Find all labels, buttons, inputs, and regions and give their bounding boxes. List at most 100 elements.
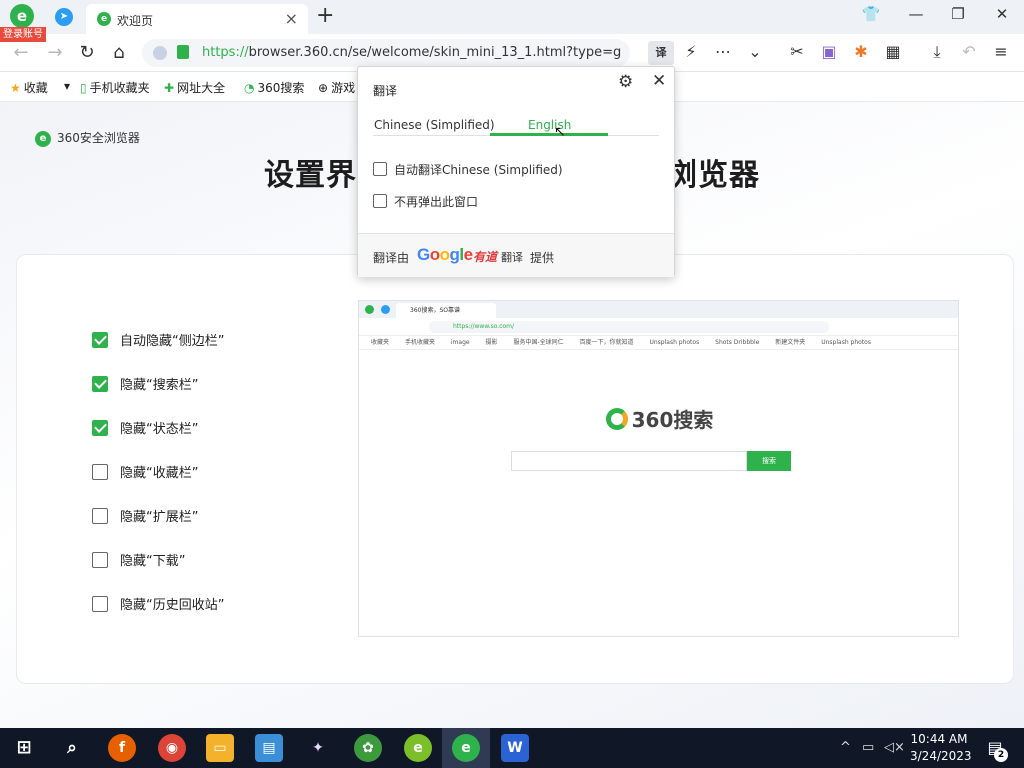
- google-logo-icon: Google: [417, 245, 473, 264]
- preview-search-button: 搜索: [747, 451, 791, 471]
- option-hide-statusbar[interactable]: 隐藏“状态栏”: [92, 418, 198, 437]
- preview-tabbar: 360搜索，SO靠谱: [359, 301, 958, 318]
- option-hide-history-recycle[interactable]: 隐藏“历史回收站”: [92, 594, 224, 613]
- chevron-down-icon[interactable]: ⌄: [744, 42, 766, 61]
- checkbox-unchecked[interactable]: [92, 508, 108, 524]
- search-icon[interactable]: ⌕: [58, 734, 86, 762]
- checkbox-unchecked[interactable]: [373, 194, 387, 208]
- brand-logo-icon: e: [35, 130, 51, 147]
- telegram-icon[interactable]: ➤: [55, 8, 73, 26]
- chevron-down-icon: ▾: [64, 79, 71, 93]
- bookmark-sites[interactable]: ✚ 网址大全: [164, 79, 225, 96]
- translate-ext-icon[interactable]: ▣: [818, 42, 840, 61]
- volume-muted-icon[interactable]: ◁×: [884, 740, 905, 755]
- network-icon[interactable]: ▭: [862, 740, 874, 755]
- notification-count-badge: 2: [994, 748, 1008, 762]
- preview-search-input: [511, 451, 747, 471]
- login-account-badge[interactable]: 登录账号: [0, 27, 46, 42]
- popup-title: 翻译: [373, 84, 398, 98]
- bookmark-360-search[interactable]: ◔ 360搜索: [244, 79, 304, 96]
- back-button[interactable]: ←: [10, 42, 32, 63]
- security-shield-icon[interactable]: [153, 46, 167, 60]
- windows-taskbar: ⊞ ⌕ f ◉ ▭ ▤ ✦ ✿ e e W ^ ▭ ◁× 10:44 AM 3/2…: [0, 728, 1024, 768]
- bookmark-mobile[interactable]: ▯ 手机收藏夹: [80, 79, 150, 96]
- translate-button[interactable]: 译: [648, 41, 674, 65]
- source-language-tab[interactable]: Chinese (Simplified): [374, 118, 495, 132]
- option-hide-extensionbar[interactable]: 隐藏“扩展栏”: [92, 506, 198, 525]
- youdao-logo-icon: 有道: [473, 250, 498, 264]
- apps-grid-icon[interactable]: ▦: [882, 42, 904, 61]
- preview-360-search-logo: 360搜索: [359, 404, 960, 433]
- new-tab-button[interactable]: +: [316, 3, 334, 28]
- tab-bar: e 登录账号 ➤ e 欢迎页 × + 👕 — ❐ ✕: [0, 0, 1024, 42]
- preview-tab: 360搜索，SO靠谱: [396, 303, 496, 318]
- checkbox-unchecked[interactable]: [92, 552, 108, 568]
- preview-addressbar: https://www.so.com/: [359, 318, 958, 336]
- windows-start-icon[interactable]: ⊞: [10, 734, 38, 762]
- mouse-cursor-icon: ↖: [554, 124, 566, 140]
- chrome-icon[interactable]: ◉: [158, 734, 186, 762]
- checkbox-unchecked[interactable]: [92, 596, 108, 612]
- url-input[interactable]: https://browser.360.cn/se/welcome/skin_m…: [142, 39, 630, 67]
- option-hide-bookmarksbar[interactable]: 隐藏“收藏栏”: [92, 462, 198, 481]
- bookmark-favorites[interactable]: ★ 收藏: [10, 79, 48, 96]
- undo-icon[interactable]: ↶: [958, 42, 980, 61]
- window-close-button[interactable]: ✕: [990, 5, 1014, 23]
- tab-favicon-icon: e: [97, 12, 111, 26]
- restore-button[interactable]: ❐: [946, 5, 970, 23]
- lightning-icon[interactable]: ⚡: [680, 42, 702, 61]
- more-icon[interactable]: ⋯: [712, 42, 734, 61]
- url-text[interactable]: https://browser.360.cn/se/welcome/skin_m…: [202, 45, 622, 60]
- browser-logo-icon[interactable]: e: [10, 4, 34, 28]
- bookmark-dropdown[interactable]: ▾: [64, 79, 73, 93]
- reload-button[interactable]: ↻: [76, 42, 98, 63]
- checkbox-unchecked[interactable]: [373, 162, 387, 176]
- translate-popup: 翻译 ⚙ ✕ Chinese (Simplified) English ↖ 自动…: [357, 66, 675, 277]
- minimize-button[interactable]: —: [904, 5, 928, 23]
- home-button[interactable]: ⌂: [108, 42, 130, 63]
- search-ring-icon: [605, 408, 628, 430]
- checkbox-unchecked[interactable]: [92, 464, 108, 480]
- tab-close-button[interactable]: ×: [285, 9, 298, 28]
- option-never-show[interactable]: 不再弹出此窗口: [373, 193, 478, 210]
- star-icon: ★: [10, 81, 21, 95]
- lock-icon[interactable]: [177, 45, 189, 59]
- 360-browser-alt-icon[interactable]: e: [404, 734, 432, 762]
- 360-browser-taskbar-icon[interactable]: e: [452, 734, 480, 762]
- popup-close-button[interactable]: ✕: [652, 71, 666, 91]
- wps-icon[interactable]: W: [501, 734, 529, 762]
- option-auto-translate[interactable]: 自动翻译Chinese (Simplified): [373, 161, 563, 178]
- skin-button[interactable]: 👕: [859, 5, 883, 23]
- sparkle-app-icon[interactable]: ✦: [304, 734, 332, 762]
- option-hide-download[interactable]: 隐藏“下载”: [92, 550, 185, 569]
- bookmark-games[interactable]: ⊕ 游戏: [318, 79, 355, 96]
- option-hide-sidebar[interactable]: 自动隐藏“侧边栏”: [92, 330, 224, 349]
- tab-welcome[interactable]: e 欢迎页 ×: [86, 4, 308, 34]
- forward-button[interactable]: →: [44, 42, 66, 63]
- control-panel-icon[interactable]: ▤: [255, 734, 283, 762]
- brand-label: e 360安全浏览器: [35, 129, 140, 147]
- preview-telegram-icon: [381, 305, 390, 314]
- plus-icon: ✚: [164, 81, 175, 95]
- preview-logo-icon: [365, 305, 374, 314]
- checkbox-checked[interactable]: [92, 332, 108, 348]
- game-ext-icon[interactable]: ✱: [850, 42, 872, 61]
- tray-chevron-up-icon[interactable]: ^: [840, 740, 851, 755]
- active-tab-indicator: [490, 133, 608, 136]
- globe-icon: ⊕: [318, 81, 329, 95]
- preview-bookmarks: 收藏夹 手机收藏夹 image 摄影 服务中国-全球同仁 百度一下，你就知道 U…: [359, 336, 958, 350]
- taskbar-clock[interactable]: 10:44 AM 3/24/2023: [910, 731, 972, 765]
- option-hide-searchbar[interactable]: 隐藏“搜索栏”: [92, 374, 198, 393]
- scissors-icon[interactable]: ✂: [786, 42, 808, 61]
- preview-url: https://www.so.com/: [429, 321, 829, 333]
- firefox-icon[interactable]: f: [108, 734, 136, 762]
- file-explorer-icon[interactable]: ▭: [206, 734, 234, 762]
- settings-gear-icon[interactable]: ⚙: [618, 72, 633, 92]
- checkbox-checked[interactable]: [92, 376, 108, 392]
- checkbox-checked[interactable]: [92, 420, 108, 436]
- settings-card: 自动隐藏“侧边栏” 隐藏“搜索栏” 隐藏“状态栏” 隐藏“收藏栏” 隐藏“扩展栏…: [16, 254, 1014, 684]
- download-icon[interactable]: ⤓: [926, 42, 948, 62]
- popup-footer: 翻译由 Google 有道 翻译 提供: [358, 233, 674, 277]
- menu-icon[interactable]: ≡: [990, 42, 1012, 61]
- wechat-icon[interactable]: ✿: [354, 734, 382, 762]
